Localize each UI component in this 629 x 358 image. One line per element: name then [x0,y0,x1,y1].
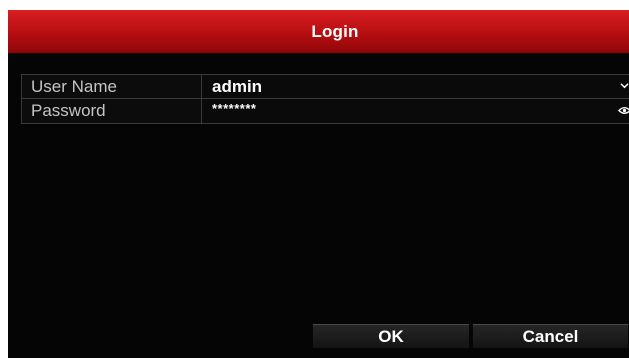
chevron-down-icon[interactable] [620,81,629,90]
cancel-button[interactable]: Cancel [473,324,628,348]
user-name-row: User Name admin [22,75,629,99]
user-name-value: admin [212,77,263,96]
login-form: User Name admin Password ******** [21,74,629,124]
ok-button[interactable]: OK [313,324,469,348]
dialog-title: Login [311,21,359,41]
password-field[interactable]: ******** [202,99,629,123]
password-row: Password ******** [22,99,629,123]
eye-icon[interactable] [618,105,629,116]
title-bar: Login [8,10,629,53]
login-dialog: Login User Name admin Password ******** [8,10,629,358]
password-value: ******** [212,101,257,116]
password-label: Password [22,99,202,123]
user-name-select[interactable]: admin [202,75,629,98]
user-name-label: User Name [22,75,202,98]
